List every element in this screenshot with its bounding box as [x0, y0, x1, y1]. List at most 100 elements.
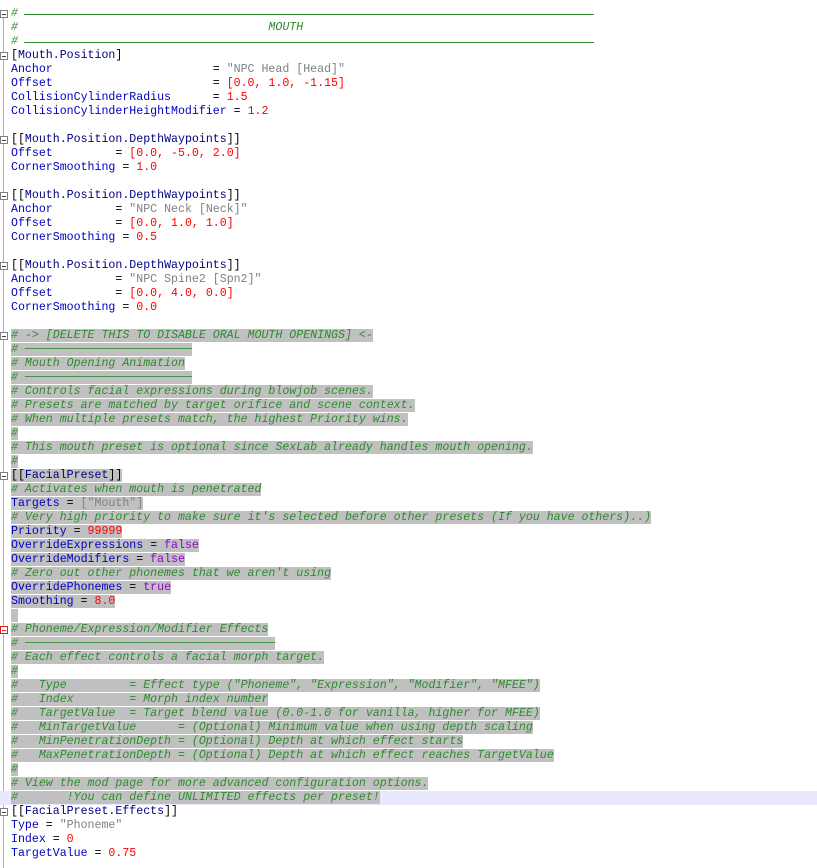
code-line[interactable]: # This mouth preset is optional since Se… [0, 441, 817, 455]
fold-toggle-icon[interactable] [0, 808, 8, 816]
code-editor[interactable]: # # MOUTH # [Mouth.Position] Anchor = "NPC H… [0, 0, 817, 868]
code-line[interactable]: # [0, 7, 817, 21]
code-line[interactable]: # Index = Morph index number [0, 693, 817, 707]
code-line[interactable]: CollisionCylinderHeightModifier = 1.2 [0, 105, 817, 119]
line-text: Offset = [0.0, 1.0, -1.15] [11, 77, 345, 90]
code-line[interactable]: [Mouth.Position] [0, 49, 817, 63]
code-line[interactable]: [[Mouth.Position.DepthWaypoints]] [0, 259, 817, 273]
code-line[interactable]: Offset = [0.0, 1.0, 1.0] [0, 217, 817, 231]
selected-text: # Phoneme/Expression/Modifier Effects [11, 623, 269, 636]
code-line[interactable] [0, 245, 817, 259]
code-line[interactable]: [[Mouth.Position.DepthWaypoints]] [0, 133, 817, 147]
code-line[interactable]: # MinPenetrationDepth = (Optional) Depth… [0, 735, 817, 749]
code-line[interactable]: Offset = [0.0, 4.0, 0.0] [0, 287, 817, 301]
code-text: [[Mouth.Position.DepthWaypoints]] [11, 189, 241, 203]
code-text: Anchor = "NPC Neck [Neck]" [11, 203, 248, 217]
code-line[interactable]: # Presets are matched by target orifice … [0, 399, 817, 413]
line-text: [Mouth.Position] [11, 49, 122, 62]
code-line[interactable]: # Zero out other phonemes that we aren't… [0, 567, 817, 581]
code-line[interactable]: Anchor = "NPC Neck [Neck]" [0, 203, 817, 217]
code-line[interactable]: # When multiple presets match, the highe… [0, 413, 817, 427]
code-line[interactable]: # Very high priority to make sure it's s… [0, 511, 817, 525]
code-line[interactable]: CornerSmoothing = 0.5 [0, 231, 817, 245]
code-line[interactable]: # Phoneme/Expression/Modifier Effects [0, 623, 817, 637]
line-text: Anchor = "NPC Head [Head]" [11, 63, 345, 76]
code-text: OverrideModifiers = false [11, 553, 185, 567]
code-line[interactable]: # ──────────────────────── [0, 343, 817, 357]
code-line[interactable]: CornerSmoothing = 1.0 [0, 161, 817, 175]
code-line[interactable]: Index = 0 [0, 833, 817, 847]
fold-toggle-icon[interactable] [0, 626, 8, 634]
fold-toggle-icon[interactable] [0, 192, 8, 200]
code-line[interactable]: # Activates when mouth is penetrated [0, 483, 817, 497]
selected-text: [[FacialPreset]] [11, 469, 123, 482]
code-line[interactable]: Offset = [0.0, -5.0, 2.0] [0, 147, 817, 161]
fold-toggle-icon[interactable] [0, 52, 8, 60]
code-line[interactable] [0, 315, 817, 329]
code-line[interactable]: [[Mouth.Position.DepthWaypoints]] [0, 189, 817, 203]
token-k: OverridePhonemes [11, 581, 130, 594]
fold-toggle-icon[interactable] [0, 472, 8, 480]
code-line[interactable]: [[FacialPreset]] [0, 469, 817, 483]
code-line[interactable]: # [0, 665, 817, 679]
code-text: # This mouth preset is optional since Se… [11, 441, 533, 455]
code-line[interactable]: # [0, 427, 817, 441]
code-text: Offset = [0.0, -5.0, 2.0] [11, 147, 241, 161]
token-s: ["Mouth"] [80, 497, 144, 510]
code-line[interactable]: Smoothing = 8.0 [0, 595, 817, 609]
token-sec: FacialPreset.Effects [24, 805, 165, 818]
code-line[interactable] [0, 175, 817, 189]
code-line[interactable]: # TargetValue = Target blend value (0.0-… [0, 707, 817, 721]
code-line[interactable]: Type = "Phoneme" [0, 819, 817, 833]
code-line[interactable]: Offset = [0.0, 1.0, -1.15] [0, 77, 817, 91]
token-o: = [122, 301, 137, 314]
code-line[interactable]: # MinTargetValue = (Optional) Minimum va… [0, 721, 817, 735]
code-line[interactable]: # [0, 455, 817, 469]
code-line[interactable]: Anchor = "NPC Head [Head]" [0, 63, 817, 77]
fold-toggle-icon[interactable] [0, 262, 8, 270]
code-line[interactable]: Priority = 99999 [0, 525, 817, 539]
code-line[interactable] [0, 119, 817, 133]
selected-text: # View the mod page for more advanced co… [11, 777, 429, 790]
line-text: Anchor = "NPC Spine2 [Spn2]" [11, 273, 262, 286]
code-line[interactable]: [[FacialPreset.Effects]] [0, 805, 817, 819]
code-line[interactable]: # -> [DELETE THIS TO DISABLE ORAL MOUTH … [0, 329, 817, 343]
fold-toggle-icon[interactable] [0, 10, 8, 18]
code-line[interactable] [0, 609, 817, 623]
code-line[interactable]: Targets = ["Mouth"] [0, 497, 817, 511]
code-line[interactable]: # MaxPenetrationDepth = (Optional) Depth… [0, 749, 817, 763]
code-line[interactable]: # Mouth Opening Animation [0, 357, 817, 371]
token-o: = [115, 217, 130, 230]
code-text: Offset = [0.0, 1.0, 1.0] [11, 217, 234, 231]
code-line[interactable]: # Each effect controls a facial morph ta… [0, 651, 817, 665]
code-line[interactable]: # ──────────────────────────────────── [0, 637, 817, 651]
fold-toggle-icon[interactable] [0, 332, 8, 340]
line-text: [[Mouth.Position.DepthWaypoints]] [11, 189, 241, 202]
code-line[interactable]: # Type = Effect type ("Phoneme", "Expres… [0, 679, 817, 693]
code-line[interactable]: CornerSmoothing = 0.0 [0, 301, 817, 315]
token-c: # Phoneme/Expression/Modifier Effects [11, 623, 269, 636]
code-line[interactable]: # [0, 35, 817, 49]
code-line[interactable]: # ──────────────────────── [0, 371, 817, 385]
code-line[interactable]: # Controls facial expressions during blo… [0, 385, 817, 399]
selected-text: Smoothing = 8.0 [11, 595, 116, 608]
token-k: Offset [11, 287, 116, 300]
fold-toggle-icon[interactable] [0, 136, 8, 144]
code-line[interactable]: # !You can define UNLIMITED effects per … [0, 791, 817, 805]
code-line[interactable]: # View the mod page for more advanced co… [0, 777, 817, 791]
code-line[interactable]: # MOUTH [0, 21, 817, 35]
code-text: [[FacialPreset]] [11, 469, 123, 483]
line-text: CollisionCylinderRadius = 1.5 [11, 91, 248, 104]
code-line[interactable]: OverrideExpressions = false [0, 539, 817, 553]
token-o: = [66, 497, 81, 510]
code-line[interactable]: TargetValue = 0.75 [0, 847, 817, 861]
code-line[interactable]: CollisionCylinderRadius = 1.5 [0, 91, 817, 105]
selected-text: # Index = Morph index number [11, 693, 269, 706]
code-text: # -> [DELETE THIS TO DISABLE ORAL MOUTH … [11, 329, 373, 343]
code-line[interactable]: # [0, 763, 817, 777]
code-line[interactable]: OverridePhonemes = true [0, 581, 817, 595]
code-line[interactable]: Anchor = "NPC Spine2 [Spn2]" [0, 273, 817, 287]
code-text: Type = "Phoneme" [11, 819, 122, 833]
code-line[interactable]: OverrideModifiers = false [0, 553, 817, 567]
code-text: # [11, 455, 18, 469]
